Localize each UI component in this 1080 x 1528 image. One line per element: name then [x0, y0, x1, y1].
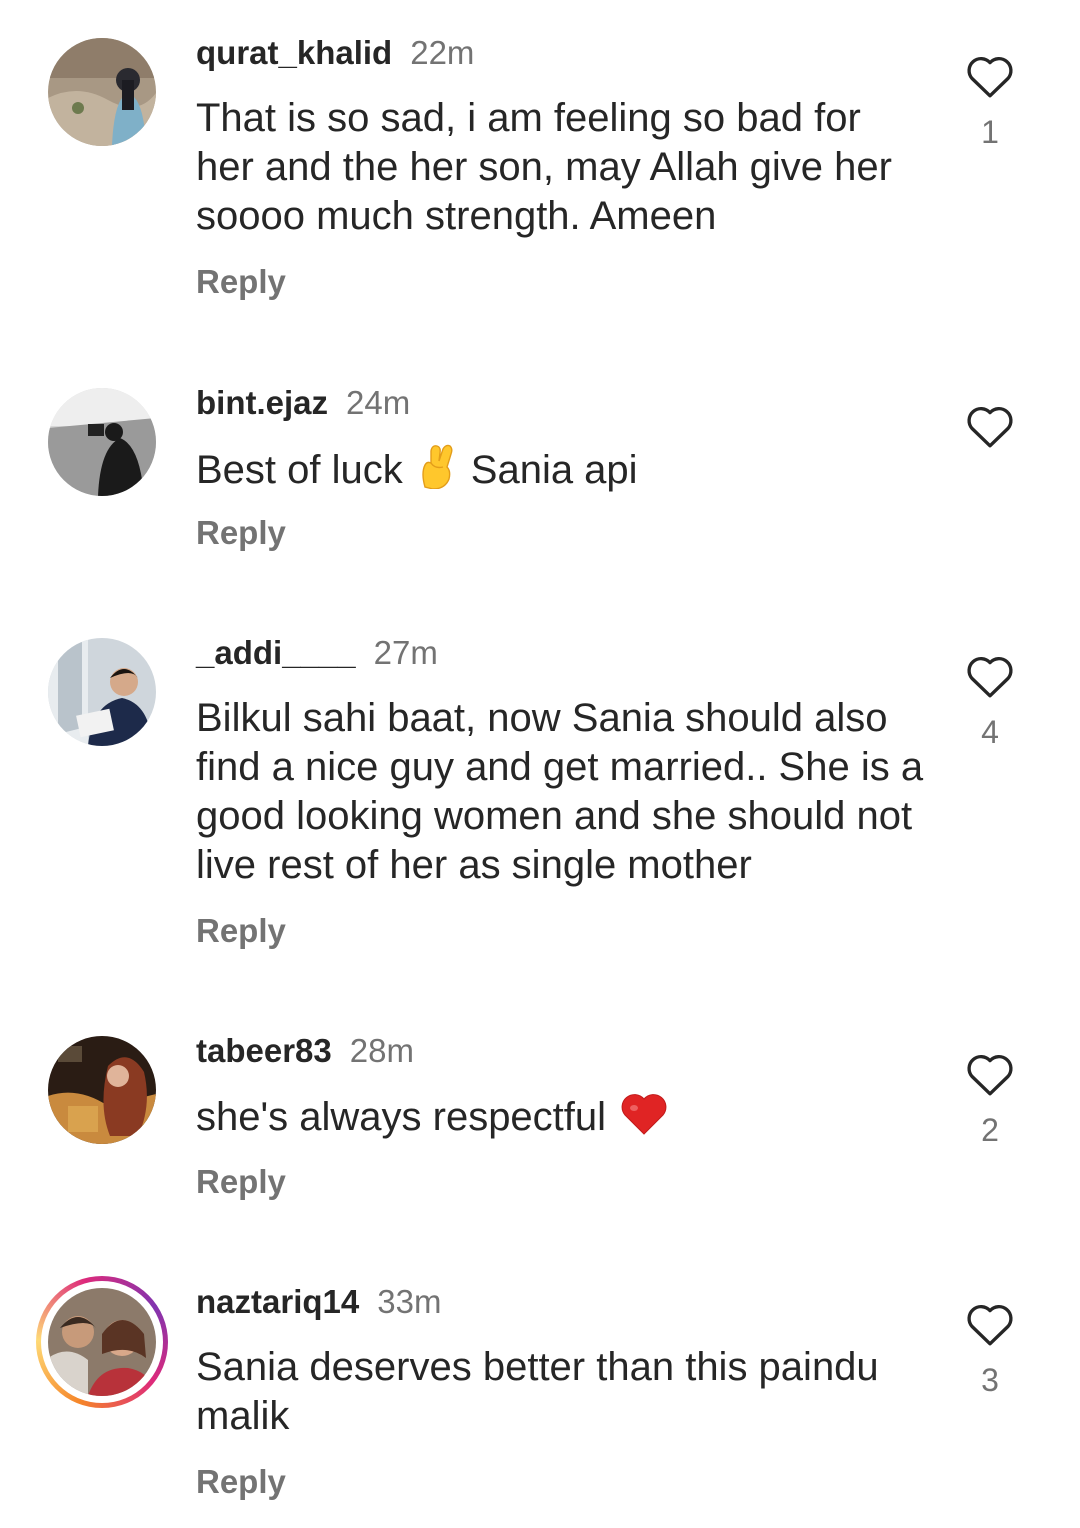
comment-text: Sania deserves better than this paindu m… — [196, 1345, 879, 1438]
red-heart-emoji — [621, 1094, 667, 1135]
like-count: 4 — [981, 714, 999, 750]
comment-text: Bilkul sahi baat, now Sania should also … — [196, 696, 924, 887]
timestamp: 28m — [349, 1032, 414, 1069]
like-count: 2 — [981, 1112, 999, 1148]
heart-outline-icon[interactable] — [965, 1301, 1015, 1347]
comment-meta: tabeer83 28m — [196, 1031, 414, 1071]
comment-meta: _addi____ 27m — [196, 633, 438, 673]
reply-button[interactable]: Reply — [196, 262, 286, 302]
comment-meta: bint.ejaz 24m — [196, 383, 410, 423]
like-count: 1 — [981, 114, 999, 150]
comment-text: Best of luck Sania api — [196, 443, 926, 495]
heart-outline-icon[interactable] — [965, 653, 1015, 699]
avatar[interactable] — [48, 1036, 156, 1144]
comment-text: she's always respectful — [196, 1092, 926, 1142]
heart-outline-icon[interactable] — [965, 53, 1015, 99]
timestamp: 22m — [410, 34, 475, 71]
reply-button[interactable]: Reply — [196, 911, 286, 951]
avatar[interactable] — [48, 38, 156, 146]
username[interactable]: naztariq14 — [196, 1283, 359, 1320]
comment-text-part: Best of luck — [196, 448, 403, 492]
comment-text-part: Sania api — [470, 448, 638, 492]
comment-text-part: she's always respectful — [196, 1095, 607, 1139]
username[interactable]: tabeer83 — [196, 1032, 332, 1069]
reply-button[interactable]: Reply — [196, 513, 286, 553]
avatar[interactable] — [48, 1288, 156, 1396]
timestamp: 33m — [377, 1283, 442, 1320]
story-ring[interactable] — [36, 1276, 168, 1408]
heart-outline-icon[interactable] — [965, 1051, 1015, 1097]
username[interactable]: _addi____ — [196, 634, 356, 671]
like-count: 3 — [981, 1362, 999, 1398]
username[interactable]: qurat_khalid — [196, 34, 392, 71]
timestamp: 24m — [346, 384, 411, 421]
comment-meta: qurat_khalid 22m — [196, 33, 474, 73]
reply-button[interactable]: Reply — [196, 1162, 286, 1202]
comment-meta: naztariq14 33m — [196, 1282, 441, 1322]
avatar[interactable] — [48, 638, 156, 746]
reply-button[interactable]: Reply — [196, 1462, 286, 1502]
crossed-fingers-emoji — [422, 444, 453, 489]
comment-text: That is so sad, i am feeling so bad for … — [196, 96, 892, 238]
heart-outline-icon[interactable] — [965, 403, 1015, 449]
timestamp: 27m — [373, 634, 438, 671]
username[interactable]: bint.ejaz — [196, 384, 328, 421]
avatar[interactable] — [48, 388, 156, 496]
